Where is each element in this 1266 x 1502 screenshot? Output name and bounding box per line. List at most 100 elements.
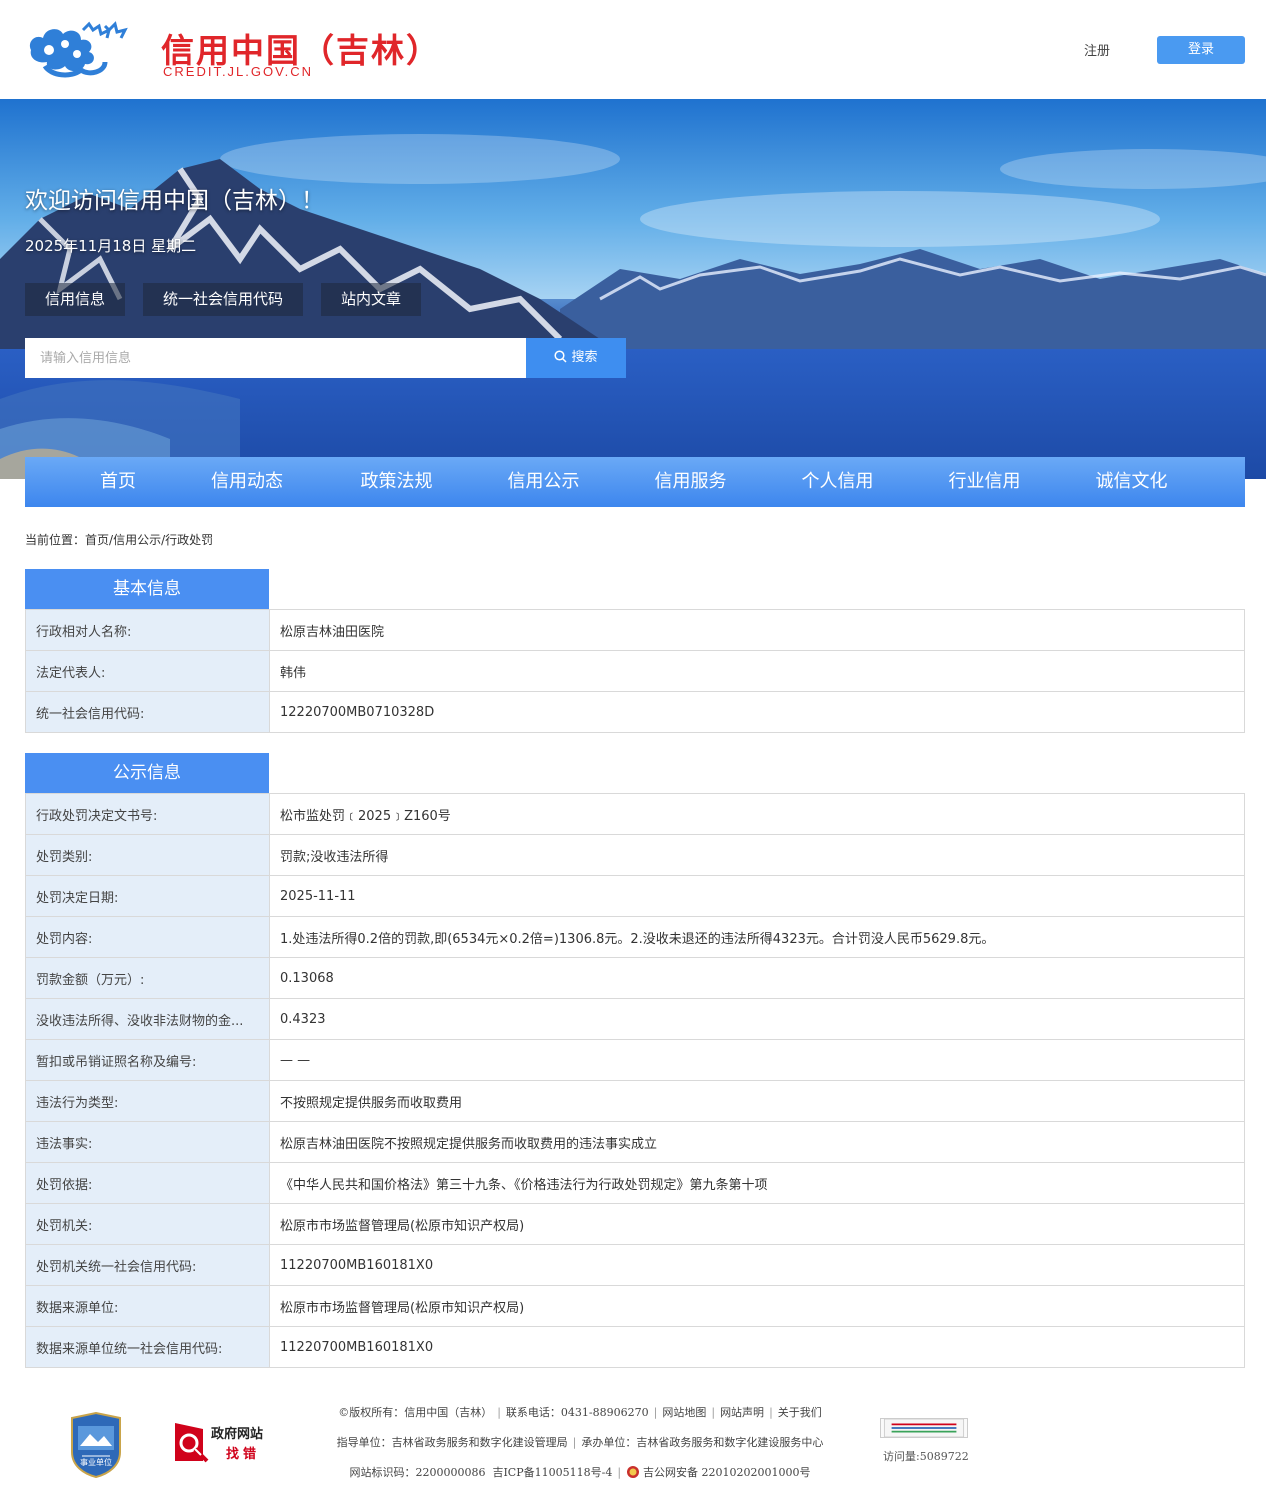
guide-unit-text: 指导单位：吉林省政务服务和数字化建设管理局 <box>336 1436 568 1449</box>
table-row: 暂扣或吊销证照名称及编号: — — <box>25 1039 1245 1081</box>
field-value: 松原吉林油田医院 <box>269 609 1245 651</box>
badge-text: 事业单位 <box>80 1457 112 1467</box>
site-id-text: 网站标识码：2200000086 <box>349 1466 486 1479</box>
nav-item-personal-credit[interactable]: 个人信用 <box>800 457 875 507</box>
public-info-title: 公示信息 <box>25 753 269 793</box>
table-row: 违法行为类型: 不按照规定提供服务而收取费用 <box>25 1080 1245 1122</box>
sitemap-link[interactable]: 网站地图 <box>662 1406 706 1419</box>
field-value: 松原市市场监督管理局(松原市知识产权局) <box>269 1285 1245 1327</box>
gov-correct-label-1: 政府网站 <box>211 1427 264 1442</box>
nav-item-credit-services[interactable]: 信用服务 <box>653 457 728 507</box>
field-value: 11220700MB160181X0 <box>269 1244 1245 1286</box>
main-navigation: 首页 信用动态 政策法规 信用公示 信用服务 个人信用 行业信用 诚信文化 <box>25 457 1245 507</box>
search-type-tabs: 信用信息 统一社会信用代码 站内文章 <box>25 283 422 316</box>
search-tab-site-articles[interactable]: 站内文章 <box>321 283 422 316</box>
table-row: 法定代表人: 韩伟 <box>25 650 1245 692</box>
table-row: 处罚决定日期: 2025-11-11 <box>25 875 1245 917</box>
field-label: 行政处罚决定文书号: <box>25 793 270 835</box>
public-security-record-link[interactable]: 吉公网安备 22010202001000号 <box>643 1466 810 1479</box>
site-footer: 事业单位 政府网站 找错 ©版权所有：信用中国（吉林） | 联系电话：0431-88… <box>0 1395 1266 1502</box>
nav-item-home[interactable]: 首页 <box>25 457 211 507</box>
site-statement-link[interactable]: 网站声明 <box>720 1406 764 1419</box>
site-logo[interactable]: 信用中国（吉林） CREDIT.JL.GOV.CN <box>25 20 439 82</box>
magnifier-icon <box>175 1423 209 1463</box>
breadcrumb-current: 行政处罚 <box>165 533 214 547</box>
register-link[interactable]: 注册 <box>1084 40 1110 59</box>
basic-info-title: 基本信息 <box>25 569 269 609</box>
field-label: 罚款金额（万元）: <box>25 957 270 999</box>
footer-line-1: ©版权所有：信用中国（吉林） | 联系电话：0431-88906270 | 网站地图 | 网… <box>338 1406 822 1419</box>
public-info-table: 行政处罚决定文书号: 松市监处罚﹝2025﹞Z160号 处罚类别: 罚款;没收违法所… <box>25 793 1245 1368</box>
public-info-section: 公示信息 行政处罚决定文书号: 松市监处罚﹝2025﹞Z160号 处罚类别: 罚款;… <box>25 753 1245 1368</box>
field-value: 12220700MB0710328D <box>269 691 1245 733</box>
field-value: 0.13068 <box>269 957 1245 999</box>
contact-phone: 联系电话：0431-88906270 <box>505 1406 649 1419</box>
table-row: 数据来源单位: 松原市市场监督管理局(松原市知识产权局) <box>25 1285 1245 1327</box>
field-value: — — <box>269 1039 1245 1081</box>
welcome-heading: 欢迎访问信用中国（吉林）！ <box>25 188 324 214</box>
field-label: 处罚决定日期: <box>25 875 270 917</box>
gov-correct-label-2: 找错 <box>226 1447 261 1462</box>
search-button[interactable]: 搜索 <box>526 338 626 378</box>
about-us-link[interactable]: 关于我们 <box>778 1406 822 1419</box>
breadcrumb-home[interactable]: 首页 <box>85 533 109 547</box>
field-value: 松原吉林油田医院不按照规定提供服务而收取费用的违法事实成立 <box>269 1121 1245 1163</box>
table-row: 统一社会信用代码: 12220700MB0710328D <box>25 691 1245 733</box>
field-label: 暂扣或吊销证照名称及编号: <box>25 1039 270 1081</box>
nav-item-integrity-culture[interactable]: 诚信文化 <box>1094 457 1169 507</box>
gov-site-correction-link[interactable]: 政府网站 找错 <box>173 1421 273 1465</box>
table-row: 处罚机关统一社会信用代码: 11220700MB160181X0 <box>25 1244 1245 1286</box>
field-value: 1.处违法所得0.2倍的罚款,即(6534元×0.2倍=)1306.8元。2.没… <box>269 916 1245 958</box>
icp-link[interactable]: 吉ICP备11005118号-4 <box>492 1466 612 1479</box>
site-header: 信用中国（吉林） CREDIT.JL.GOV.CN 注册 登录 <box>0 0 1266 99</box>
field-value: 韩伟 <box>269 650 1245 692</box>
search-button-label: 搜索 <box>571 350 598 365</box>
field-label: 违法事实: <box>25 1121 270 1163</box>
field-label: 行政相对人名称: <box>25 609 270 651</box>
field-label: 数据来源单位: <box>25 1285 270 1327</box>
field-label: 处罚内容: <box>25 916 270 958</box>
search-input[interactable] <box>25 338 526 378</box>
auspicious-cloud-logo-icon <box>29 21 128 78</box>
field-label: 违法行为类型: <box>25 1080 270 1122</box>
footer-line-2: 指导单位：吉林省政务服务和数字化建设管理局 | 承办单位：吉林省政务服务和数字化建设… <box>336 1436 824 1449</box>
field-value: 松原市市场监督管理局(松原市知识产权局) <box>269 1203 1245 1245</box>
nav-item-policies[interactable]: 政策法规 <box>359 457 434 507</box>
visit-counter-banner <box>880 1418 968 1438</box>
login-button[interactable]: 登录 <box>1157 36 1245 64</box>
hero-banner: 欢迎访问信用中国（吉林）！ 2025年11月18日 星期二 信用信息 统一社会信… <box>0 99 1266 479</box>
field-label: 处罚依据: <box>25 1162 270 1204</box>
nav-item-credit-publicity[interactable]: 信用公示 <box>506 457 581 507</box>
basic-info-section: 基本信息 行政相对人名称: 松原吉林油田医院 法定代表人: 韩伟 统一社会信用代… <box>25 569 1245 733</box>
search-tab-credit-info[interactable]: 信用信息 <box>25 283 126 316</box>
copyright-text: ©版权所有：信用中国（吉林） <box>338 1406 493 1419</box>
table-row: 处罚类别: 罚款;没收违法所得 <box>25 834 1245 876</box>
field-value: 2025-11-11 <box>269 875 1245 917</box>
breadcrumb-credit-publicity[interactable]: 信用公示 <box>113 533 161 547</box>
field-label: 处罚机关统一社会信用代码: <box>25 1244 270 1286</box>
basic-info-table: 行政相对人名称: 松原吉林油田医院 法定代表人: 韩伟 统一社会信用代码: 12… <box>25 609 1245 733</box>
host-unit-text: 承办单位：吉林省政务服务和数字化建设服务中心 <box>581 1436 824 1449</box>
field-label: 处罚机关: <box>25 1203 270 1245</box>
nav-item-credit-news[interactable]: 信用动态 <box>211 457 283 507</box>
table-row: 处罚内容: 1.处违法所得0.2倍的罚款,即(6534元×0.2倍=)1306.8… <box>25 916 1245 958</box>
field-value: 11220700MB160181X0 <box>269 1326 1245 1368</box>
field-value: 罚款;没收违法所得 <box>269 834 1245 876</box>
field-value: 不按照规定提供服务而收取费用 <box>269 1080 1245 1122</box>
nav-item-industry-credit[interactable]: 行业信用 <box>947 457 1022 507</box>
field-label: 统一社会信用代码: <box>25 691 270 733</box>
field-value: 0.4323 <box>269 998 1245 1040</box>
footer-line-3: 网站标识码：2200000086 吉ICP备11005118号-4 | 吉公网安备 … <box>349 1466 811 1479</box>
table-row: 没收违法所得、没收非法财物的金... 0.4323 <box>25 998 1245 1040</box>
public-institution-badge-icon[interactable]: 事业单位 <box>68 1412 124 1478</box>
table-row: 行政处罚决定文书号: 松市监处罚﹝2025﹞Z160号 <box>25 793 1245 835</box>
search-icon <box>554 350 568 363</box>
field-label: 处罚类别: <box>25 834 270 876</box>
table-row: 处罚依据: 《中华人民共和国价格法》第三十九条、《价格违法行为行政处罚规定》第九条… <box>25 1162 1245 1204</box>
field-label: 没收违法所得、没收非法财物的金... <box>25 998 270 1040</box>
search-tab-credit-code[interactable]: 统一社会信用代码 <box>143 283 304 316</box>
breadcrumb: 当前位置：首页/信用公示/行政处罚 <box>25 531 213 548</box>
visit-count: 访问量:5089722 <box>883 1450 969 1463</box>
field-value: 松市监处罚﹝2025﹞Z160号 <box>269 793 1245 835</box>
current-date: 2025年11月18日 星期二 <box>25 237 197 255</box>
